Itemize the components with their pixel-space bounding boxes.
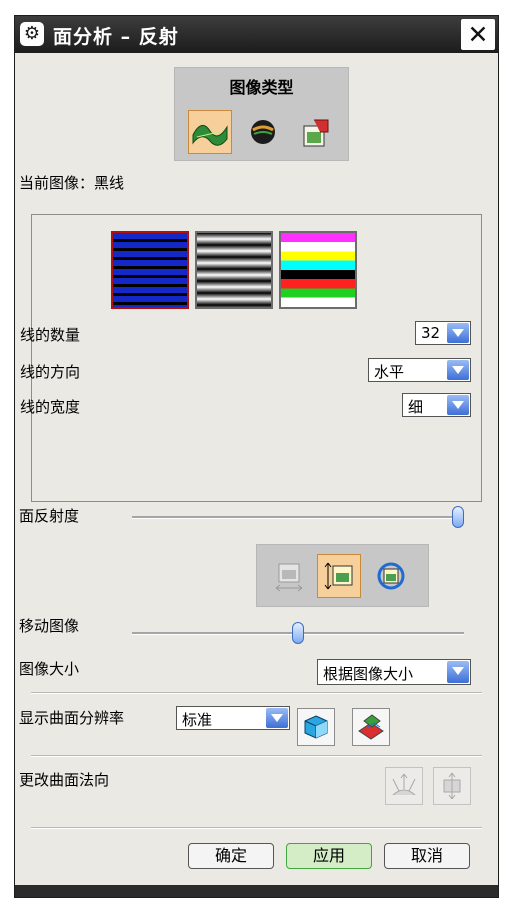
chevron-down-icon (447, 323, 469, 343)
current-image-value: 黑线 (94, 174, 125, 192)
face-analysis-dialog: ⚙ 面分析 – 反射 ✕ 图像类型 当前图像：黑线 线的数量 32 线的方向 水… (14, 15, 499, 898)
move-image-vertical-button[interactable] (317, 554, 361, 598)
face-reflectivity-track[interactable] (132, 516, 464, 519)
image-horizontal-icon (275, 563, 303, 592)
surface-display-button[interactable] (352, 708, 390, 746)
display-resolution-select[interactable]: 标准 (176, 706, 290, 730)
reflection-surface-button[interactable] (188, 110, 232, 154)
dialog-title: 面分析 – 反射 (53, 26, 179, 48)
current-image-label: 当前图像：黑线 (19, 174, 125, 192)
line-direction-select[interactable]: 水平 (368, 358, 471, 382)
ok-button[interactable]: 确定 (188, 843, 274, 869)
face-normal-icon (443, 772, 461, 800)
specify-normal-button[interactable] (433, 767, 471, 805)
image-type-title: 图像类型 (229, 78, 294, 97)
move-image-label: 移动图像 (19, 617, 80, 635)
blue-lines-swatch[interactable] (111, 231, 189, 309)
sphere-image-button[interactable] (241, 110, 285, 154)
separator (31, 692, 482, 694)
cube-icon (304, 715, 328, 739)
normal-arrows-icon (392, 773, 416, 796)
black-white-gradient-lines-swatch[interactable] (195, 231, 273, 309)
title-bar[interactable]: ⚙ 面分析 – 反射 ✕ (15, 16, 498, 53)
rotate-image-button[interactable] (369, 554, 413, 598)
chevron-down-icon (447, 661, 469, 683)
sphere-icon (251, 120, 275, 144)
rotate-image-icon (377, 562, 405, 590)
line-width-select[interactable]: 细 (402, 393, 471, 417)
chevron-down-icon (447, 360, 469, 380)
apply-button[interactable]: 应用 (286, 843, 372, 869)
line-count-label: 线的数量 (20, 326, 81, 344)
display-settings-button[interactable] (297, 708, 335, 746)
user-image-button[interactable] (294, 110, 338, 154)
line-direction-label: 线的方向 (20, 363, 81, 381)
line-width-label: 线的宽度 (20, 398, 81, 416)
image-transform-group (256, 544, 429, 607)
image-size-label: 图像大小 (19, 660, 80, 678)
image-size-select[interactable]: 根据图像大小 (317, 659, 471, 685)
move-image-horizontal-button[interactable] (267, 554, 311, 598)
move-image-slider[interactable] (292, 622, 304, 644)
line-count-select[interactable]: 32 (415, 321, 471, 345)
face-reflectivity-label: 面反射度 (19, 507, 80, 525)
image-settings-group: 线的数量 32 线的方向 水平 线的宽度 细 (20, 214, 482, 502)
separator (31, 755, 482, 757)
reflection-surface-icon (192, 125, 228, 146)
display-resolution-label: 显示曲面分辨率 (19, 709, 125, 727)
image-type-group: 图像类型 (174, 67, 349, 161)
gear-icon[interactable]: ⚙ (20, 22, 44, 46)
change-normal-label: 更改曲面法向 (19, 771, 110, 789)
image-vertical-icon (324, 562, 353, 590)
chevron-down-icon (447, 395, 469, 415)
cancel-button[interactable]: 取消 (384, 843, 470, 869)
chevron-down-icon (266, 708, 288, 728)
reverse-normal-button[interactable] (385, 767, 423, 805)
color-lines-swatch[interactable] (279, 231, 357, 309)
user-image-icon (303, 119, 329, 147)
separator (31, 827, 482, 829)
colored-surface-icon (358, 714, 384, 740)
close-button[interactable]: ✕ (461, 19, 495, 50)
face-reflectivity-slider[interactable] (452, 506, 464, 528)
window-bottom-border (15, 885, 498, 897)
